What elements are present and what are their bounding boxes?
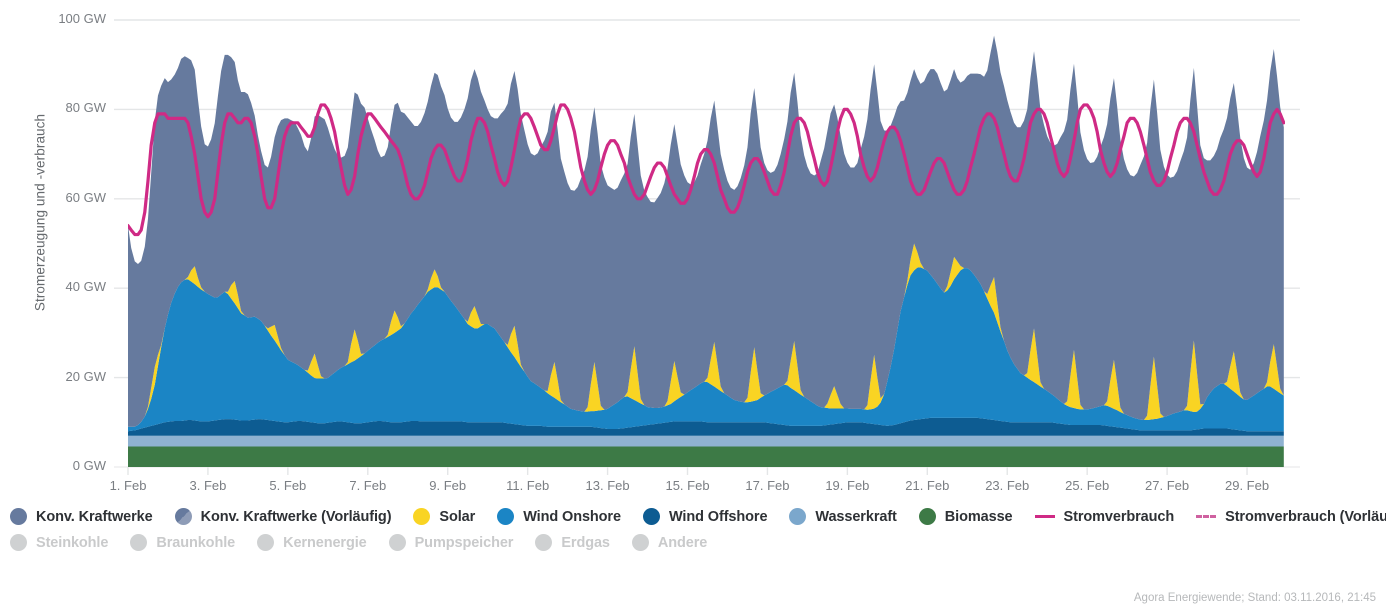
legend-item-label: Steinkohle xyxy=(36,534,109,551)
legend-color-dot xyxy=(789,508,807,525)
x-tick-label: 7. Feb xyxy=(349,478,387,493)
area-biomasse xyxy=(128,446,1284,467)
legend-item-wind-onshore[interactable]: Wind Onshore xyxy=(497,508,621,525)
x-tick-label: 13. Feb xyxy=(585,478,630,493)
legend-color-dot xyxy=(10,534,27,551)
legend-item-wasserkraft[interactable]: Wasserkraft xyxy=(789,508,897,525)
x-tick-label: 5. Feb xyxy=(269,478,307,493)
chart-svg xyxy=(114,19,1300,475)
legend-color-dot xyxy=(174,508,192,525)
legend-item-label: Andere xyxy=(657,534,708,551)
source-note: Agora Energiewende; Stand: 03.11.2016, 2… xyxy=(1133,592,1376,604)
legend-item-label: Wasserkraft xyxy=(815,508,897,525)
legend-item-andere[interactable]: Andere xyxy=(631,534,708,551)
legend-item-label: Wind Offshore xyxy=(668,508,768,525)
legend-color-dot xyxy=(257,534,275,551)
legend-item-label: Solar xyxy=(439,508,476,525)
x-tick-marks xyxy=(127,467,1248,475)
legend-item-kernenergie[interactable]: Kernenergie xyxy=(257,534,367,551)
legend-item-label: Konv. Kraftwerke xyxy=(36,508,153,525)
legend-color-dot xyxy=(10,508,27,525)
legend-line-swatch xyxy=(1196,515,1217,518)
x-tick-label: 9. Feb xyxy=(429,478,467,493)
chart-legend: Konv. Kraftwerke Konv. Kraftwerke (Vorläu… xyxy=(10,508,1386,551)
legend-item-label: Pumpspeicher xyxy=(414,534,514,551)
legend-color-dot xyxy=(413,508,431,525)
legend-row-inactive: Steinkohle Braunkohle Kernenergie Pumpspeic… xyxy=(10,534,1376,551)
legend-item-solar[interactable]: Solar xyxy=(413,508,475,525)
legend-color-dot xyxy=(388,534,406,551)
x-tick-label: 11. Feb xyxy=(506,478,550,493)
legend-item-steinkohle[interactable]: Steinkohle xyxy=(10,534,108,551)
y-axis-title: Stromerzeugung und -verbrauch xyxy=(32,113,48,312)
legend-color-dot xyxy=(631,534,649,551)
legend-color-dot xyxy=(535,534,553,551)
legend-color-dot xyxy=(918,508,936,525)
x-tick-label: 1. Feb xyxy=(109,478,147,493)
area-wasserkraft xyxy=(128,435,1284,447)
legend-item-label: Erdgas xyxy=(561,534,610,551)
x-tick-label: 15. Feb xyxy=(665,478,710,493)
legend-item-label: Kernenergie xyxy=(283,534,367,551)
x-tick-label: 17. Feb xyxy=(745,478,790,493)
legend-item-konv-kraftwerke[interactable]: Konv. Kraftwerke xyxy=(10,508,153,525)
legend-item-biomasse[interactable]: Biomasse xyxy=(918,508,1013,525)
x-tick-label: 25. Feb xyxy=(1065,478,1110,493)
legend-item-stromverbrauch[interactable]: Stromverbrauch xyxy=(1034,508,1175,525)
legend-color-dot xyxy=(130,534,148,551)
x-tick-label: 19. Feb xyxy=(825,478,870,493)
energy-chart-page: Stromerzeugung und -verbrauch 0 GW 20 GW 4… xyxy=(0,0,1386,612)
x-tick-label: 29. Feb xyxy=(1224,478,1270,493)
x-tick-label: 23. Feb xyxy=(985,478,1030,493)
legend-item-label: Wind Onshore xyxy=(523,508,621,525)
legend-item-label: Stromverbrauch xyxy=(1063,508,1175,525)
legend-item-braunkohle[interactable]: Braunkohle xyxy=(130,534,235,551)
chart-plot-area: Stromerzeugung und -verbrauch 0 GW 20 GW 4… xyxy=(0,0,1386,500)
legend-color-dot xyxy=(497,508,515,525)
legend-item-stromverbrauch-vorläufig[interactable]: Stromverbrauch (Vorläufig) xyxy=(1196,509,1386,525)
x-tick-label: 27. Feb xyxy=(1145,478,1190,493)
x-tick-label: 3. Feb xyxy=(189,478,227,493)
legend-item-pumpspeicher[interactable]: Pumpspeicher xyxy=(388,534,514,551)
legend-item-label: Stromverbrauch (Vorläufig) xyxy=(1225,508,1386,525)
legend-item-konv-kraftwerke-vorläufig[interactable]: Konv. Kraftwerke (Vorläufig) xyxy=(174,508,392,525)
stacked-areas xyxy=(128,35,1284,467)
legend-line-swatch xyxy=(1034,515,1055,518)
legend-item-wind-offshore[interactable]: Wind Offshore xyxy=(642,508,768,525)
legend-item-erdgas[interactable]: Erdgas xyxy=(535,534,610,551)
x-tick-label: 21. Feb xyxy=(905,478,950,493)
legend-item-label: Braunkohle xyxy=(156,534,236,551)
legend-item-label: Konv. Kraftwerke (Vorläufig) xyxy=(200,508,392,525)
legend-color-dot xyxy=(642,508,660,525)
legend-row-active: Konv. Kraftwerke Konv. Kraftwerke (Vorläu… xyxy=(10,508,1386,525)
legend-item-label: Biomasse xyxy=(944,508,1013,525)
